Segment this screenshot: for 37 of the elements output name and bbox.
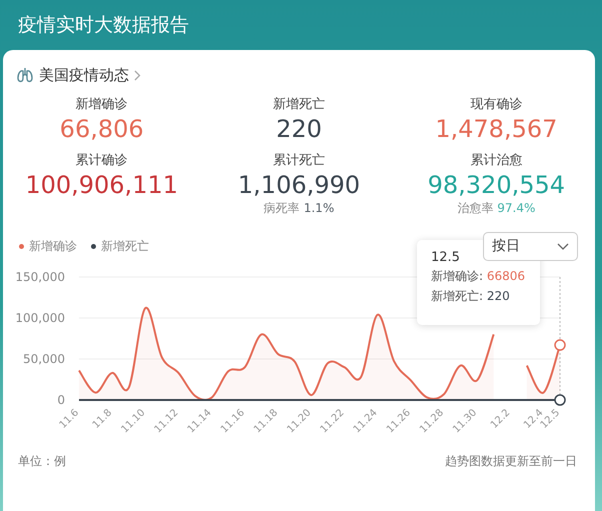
stat-value: 220 xyxy=(276,114,322,144)
rate-value: 1.1% xyxy=(304,200,334,216)
y-axis-label: 150,000 xyxy=(15,270,65,284)
stat-value: 98,320,554 xyxy=(428,170,566,200)
tooltip-row: 新增确诊: 66806 xyxy=(431,268,526,285)
data-point xyxy=(554,394,566,406)
y-axis-label: 100,000 xyxy=(15,311,65,325)
y-axis-label: 0 xyxy=(57,393,65,407)
tooltip-row-text: 新增死亡: 220 xyxy=(431,288,511,305)
stat-value: 100,906,111 xyxy=(25,170,178,200)
legend-item[interactable]: 新增死亡 xyxy=(91,238,149,254)
legend-dot xyxy=(19,244,24,248)
stat-value: 1,106,990 xyxy=(238,170,360,200)
stat-label: 新增确诊 xyxy=(76,96,128,114)
stat-label: 累计死亡 xyxy=(272,152,325,170)
stat-value: 1,478,567 xyxy=(435,114,558,144)
period-dropdown[interactable]: 按日 xyxy=(483,232,578,260)
stat-label: 新增死亡 xyxy=(272,96,325,114)
y-axis-label: 50,000 xyxy=(23,352,65,366)
chevron-right-icon[interactable] xyxy=(134,70,141,80)
app-title: 疫情实时大数据报告 xyxy=(18,13,189,38)
tooltip-title: 12.5 xyxy=(431,250,461,265)
chevron-down-icon xyxy=(557,242,569,250)
unit-label: 单位：例 xyxy=(18,453,66,470)
legend-item[interactable]: 新增确诊 xyxy=(19,238,77,254)
stat-label: 累计确诊 xyxy=(76,152,128,170)
stat-label: 现有确诊 xyxy=(470,96,522,114)
stat-value: 66,806 xyxy=(60,114,144,144)
rate-label: 病死率 xyxy=(264,200,300,216)
data-point xyxy=(554,339,566,351)
update-note: 趋势图数据更新至前一日 xyxy=(445,453,577,470)
legend-dot xyxy=(91,244,96,248)
section-title[interactable]: 美国疫情动态 xyxy=(39,66,129,84)
rate-label: 治愈率 xyxy=(457,200,494,216)
lungs-icon xyxy=(16,67,34,83)
stat-label: 累计治愈 xyxy=(470,152,522,170)
rate-value: 97.4% xyxy=(497,200,536,216)
